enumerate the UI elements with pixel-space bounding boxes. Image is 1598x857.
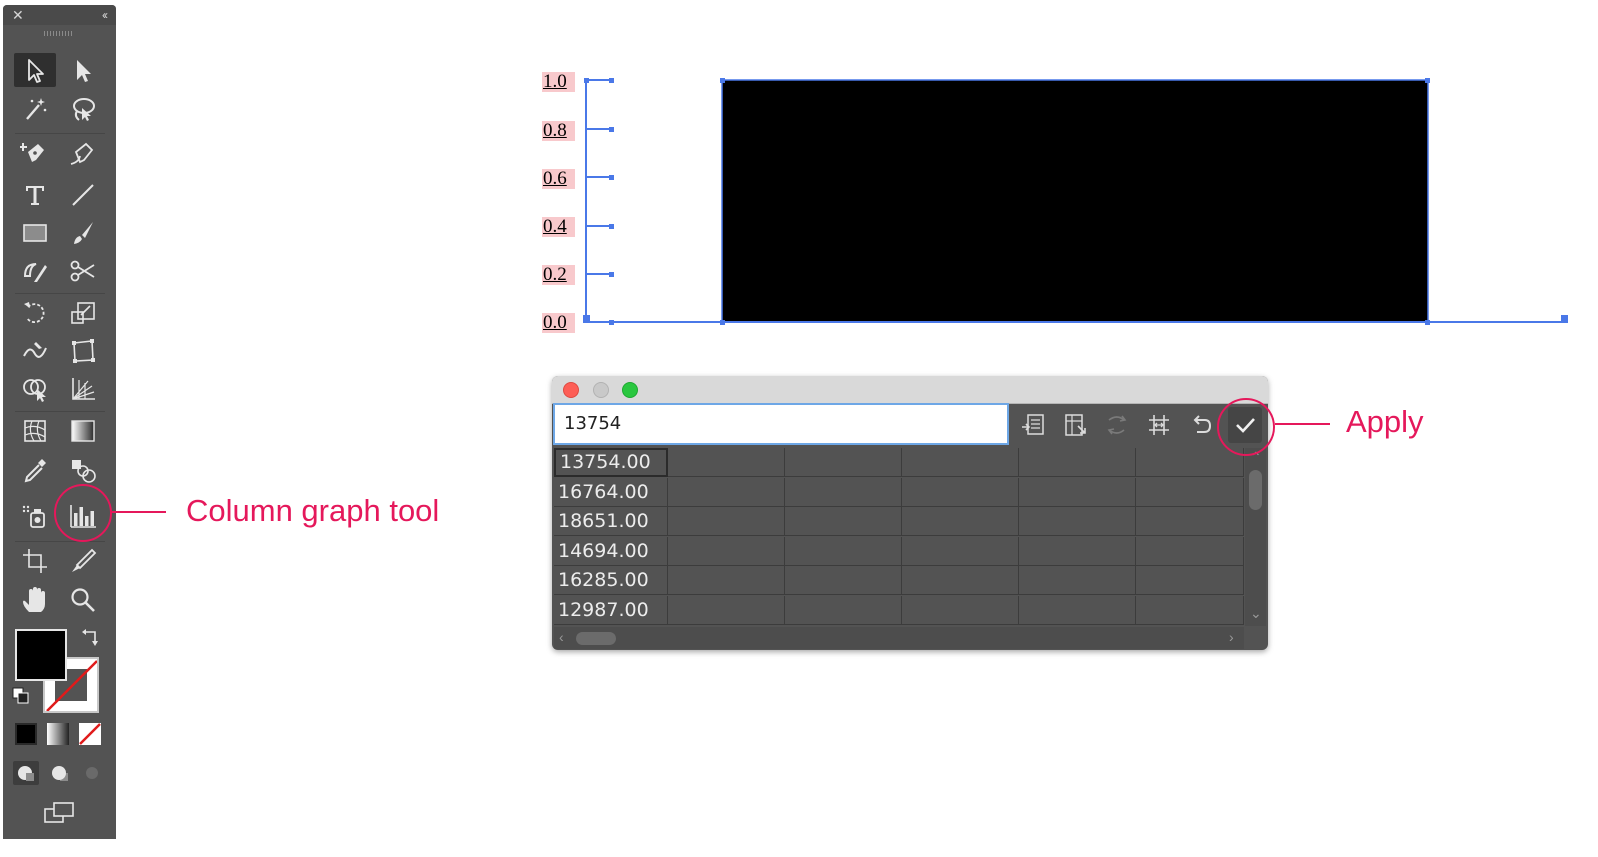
data-cell[interactable] — [1019, 566, 1136, 595]
data-cell[interactable] — [1019, 595, 1136, 625]
switch-x-y-icon — [1107, 415, 1127, 435]
data-cell[interactable] — [902, 477, 1019, 507]
graph-data-window: 13754 13754.00 16764.00 18651.00 14694.00 16… — [552, 376, 1268, 650]
horizontal-scrollbar[interactable]: ‹ › — [554, 627, 1244, 649]
data-cell[interactable] — [1136, 448, 1244, 477]
data-cell[interactable]: 18651.00 — [554, 507, 668, 536]
import-data-button[interactable] — [1017, 409, 1049, 441]
data-cell[interactable] — [668, 566, 785, 595]
vertical-scroll-thumb[interactable] — [1249, 470, 1262, 510]
y-tick-label: 0.8 — [542, 121, 575, 141]
data-cell[interactable] — [668, 507, 785, 536]
data-cell[interactable] — [1019, 448, 1136, 477]
vertical-scrollbar[interactable]: ⌃ ⌄ — [1245, 448, 1266, 626]
cell-entry-field[interactable]: 13754 — [553, 403, 1009, 445]
data-cell[interactable] — [785, 507, 902, 536]
cell-style-button[interactable] — [1143, 409, 1175, 441]
scroll-left-icon[interactable]: ‹ — [559, 630, 564, 644]
annotation-leader-line — [1275, 423, 1330, 425]
apply-annotation: Apply — [1346, 404, 1424, 439]
data-cell[interactable]: 16285.00 — [554, 566, 668, 595]
data-cell[interactable] — [902, 595, 1019, 625]
data-cell[interactable] — [902, 566, 1019, 595]
revert-icon — [1193, 415, 1212, 433]
data-cell[interactable] — [1136, 507, 1244, 536]
data-cell[interactable] — [902, 536, 1019, 566]
data-cell[interactable] — [785, 595, 902, 625]
data-cell[interactable] — [1019, 536, 1136, 566]
scroll-down-icon[interactable]: ⌄ — [1250, 606, 1262, 620]
data-cell[interactable] — [902, 448, 1019, 477]
y-tick-label: 0.4 — [542, 217, 575, 237]
column-graph-tool-highlight — [54, 484, 112, 542]
close-window-button[interactable] — [563, 382, 579, 398]
data-cell[interactable] — [1019, 477, 1136, 507]
data-cell[interactable] — [1019, 507, 1136, 536]
column-graph-tool-annotation: Column graph tool — [186, 493, 440, 528]
transpose-icon — [1065, 414, 1086, 436]
transpose-row-column-button[interactable] — [1059, 409, 1091, 441]
data-cell[interactable] — [668, 536, 785, 566]
minimize-window-button[interactable] — [593, 382, 609, 398]
cell-style-icon — [1149, 415, 1169, 435]
zoom-window-button[interactable] — [622, 382, 638, 398]
data-grid[interactable]: 13754.00 16764.00 18651.00 14694.00 16285.00… — [554, 448, 1244, 626]
graph-column-bar[interactable] — [721, 79, 1429, 323]
data-cell[interactable]: 13754.00 — [554, 448, 668, 477]
y-tick-label: 0.6 — [542, 169, 575, 189]
data-cell[interactable]: 16764.00 — [554, 477, 668, 507]
data-cell[interactable]: 12987.00 — [554, 595, 668, 625]
window-title-bar[interactable] — [552, 376, 1268, 404]
data-cell[interactable] — [785, 477, 902, 507]
scroll-right-icon[interactable]: › — [1229, 630, 1234, 644]
data-cell[interactable] — [785, 566, 902, 595]
switch-x-y-button[interactable] — [1101, 409, 1133, 441]
import-data-icon — [1022, 414, 1044, 435]
data-cell[interactable] — [668, 448, 785, 477]
data-cell[interactable] — [785, 536, 902, 566]
data-cell[interactable] — [785, 448, 902, 477]
annotation-leader-line — [112, 511, 166, 513]
y-tick-label: 0.0 — [542, 313, 575, 333]
data-cell[interactable] — [668, 477, 785, 507]
data-cell[interactable] — [1136, 566, 1244, 595]
data-cell[interactable] — [1136, 536, 1244, 566]
y-tick-label: 0.2 — [542, 265, 575, 285]
apply-button-highlight — [1217, 398, 1275, 456]
horizontal-scroll-thumb[interactable] — [576, 632, 616, 645]
axis-ticks — [586, 79, 612, 275]
revert-button[interactable] — [1185, 409, 1217, 441]
data-cell[interactable] — [1136, 477, 1244, 507]
data-cell[interactable] — [1136, 595, 1244, 625]
data-cell[interactable] — [902, 507, 1019, 536]
y-tick-label: 1.0 — [542, 72, 575, 92]
data-cell[interactable] — [668, 595, 785, 625]
data-cell[interactable]: 14694.00 — [554, 536, 668, 566]
